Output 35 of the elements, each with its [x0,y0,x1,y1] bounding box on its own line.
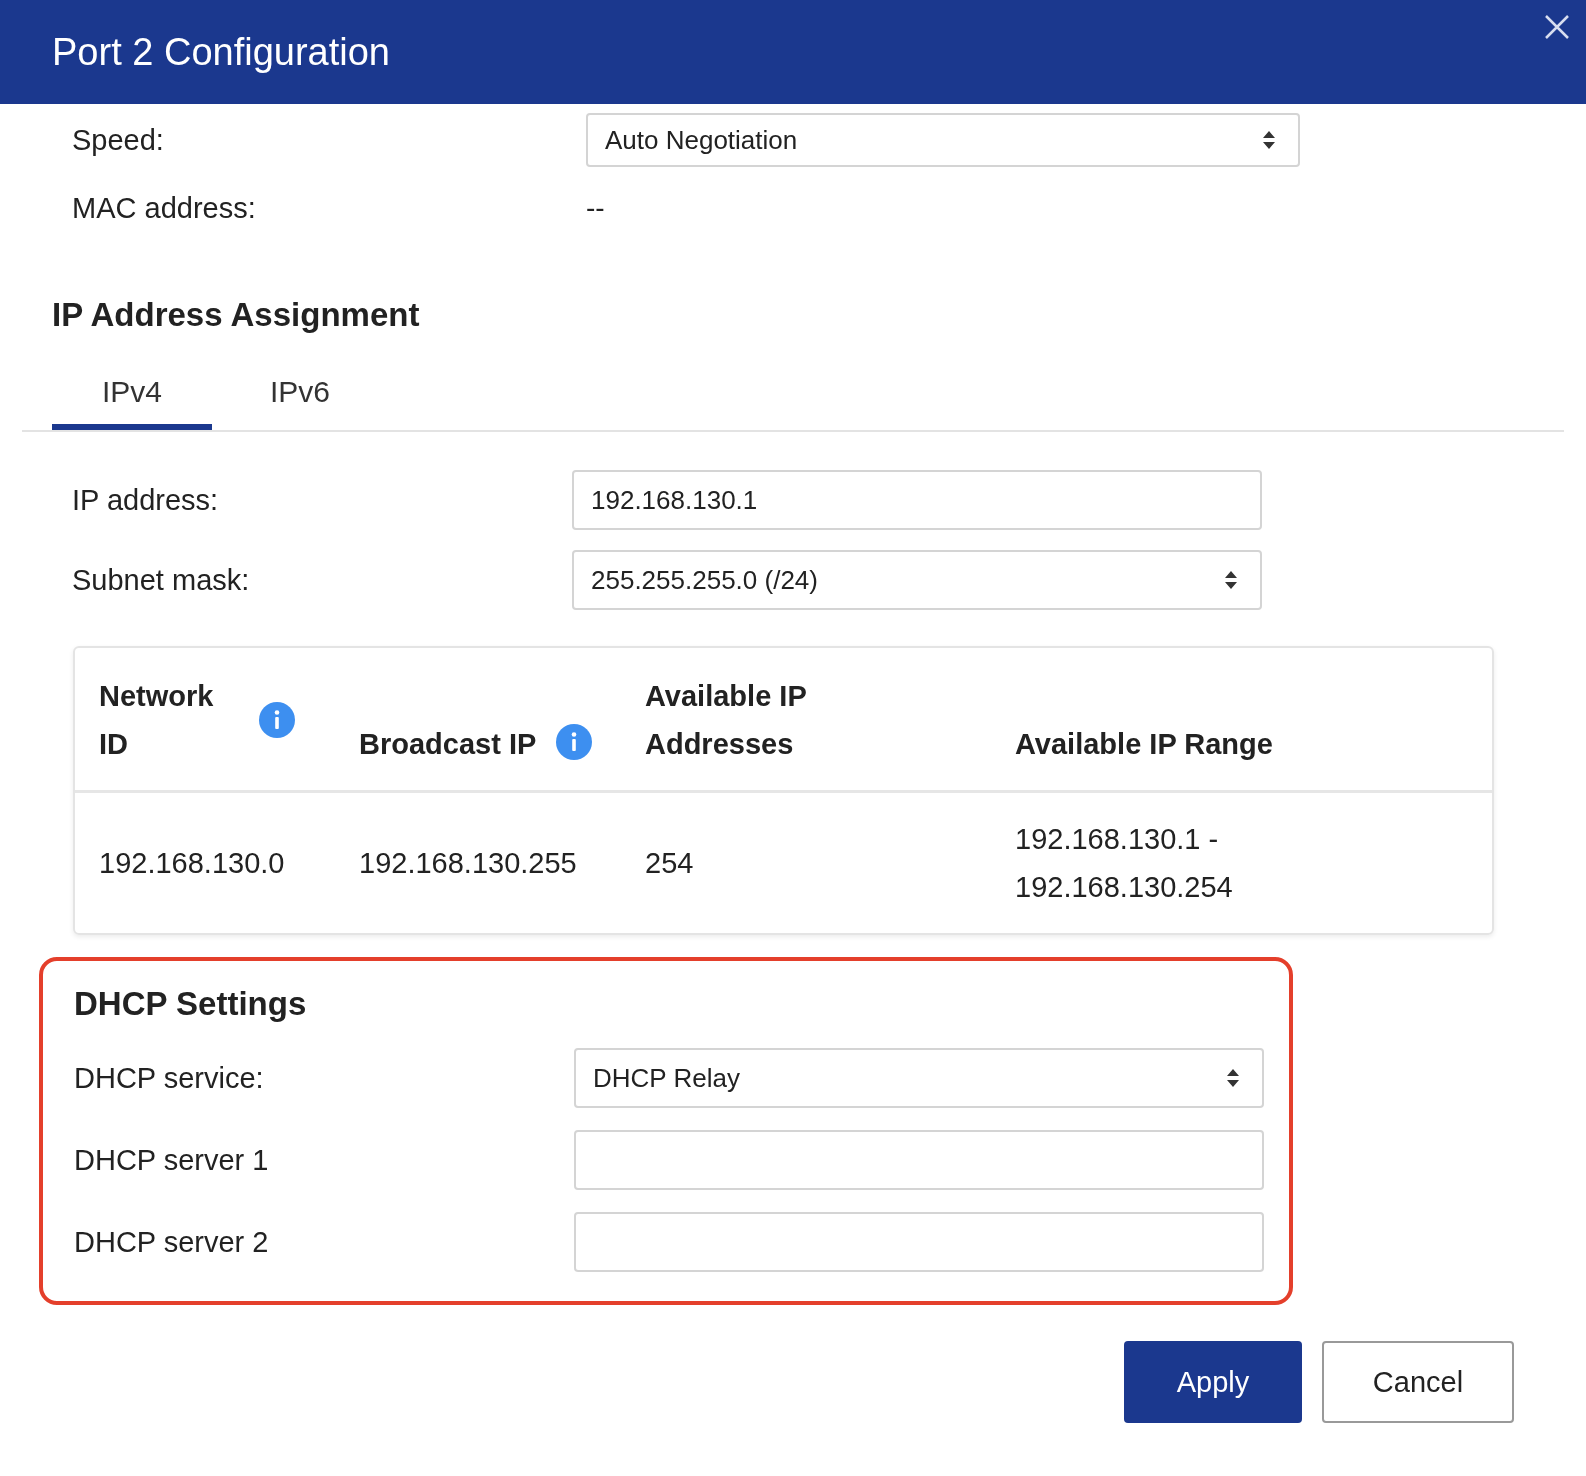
info-icon[interactable] [556,724,593,760]
section-title: IP Address Assignment [52,296,421,334]
section-title: DHCP Settings [74,985,308,1023]
table-cell-text: 254 [645,846,694,881]
sort-arrows-icon [1224,570,1238,590]
select-field[interactable]: DHCP Relay [574,1048,1264,1108]
sort-arrows-icon [1262,130,1276,150]
cancel-button[interactable]: Cancel [1322,1341,1514,1423]
field-value: -- [586,192,605,224]
column-header: Broadcast IP [359,727,537,762]
input-field[interactable]: 192.168.130.1 [572,470,1262,530]
field-label: IP address: [72,483,220,517]
sort-arrows-icon [1226,1068,1240,1088]
field-label: DHCP server 1 [74,1143,270,1177]
table-cell-text: 192.168.130.0 [99,846,285,881]
field-label: DHCP server 2 [74,1225,270,1259]
field-label: Speed: [72,123,165,157]
field-label: Subnet mask: [72,563,251,597]
tab[interactable]: IPv6 [220,360,380,430]
close-icon[interactable] [1544,14,1570,40]
column-header: Network ID [99,679,215,762]
info-icon[interactable] [259,702,295,738]
select-field[interactable]: Auto Negotiation [586,113,1300,167]
table-cell-text: 192.168.130.1 - 192.168.130.254 [1015,822,1234,905]
apply-button[interactable]: Apply [1124,1341,1302,1423]
table-cell-text: 192.168.130.255 [359,846,577,881]
select-field[interactable]: 255.255.255.0 (/24) [572,550,1262,610]
field-label: MAC address: [72,191,257,225]
field-label: DHCP service: [74,1061,265,1095]
tab[interactable]: IPv4 [52,360,212,430]
column-header: Available IP Addresses [645,679,808,762]
input-field[interactable] [574,1130,1264,1190]
dialog-title: Port 2 Configuration [52,30,390,74]
input-field[interactable] [574,1212,1264,1272]
column-header: Available IP Range [1015,727,1273,762]
